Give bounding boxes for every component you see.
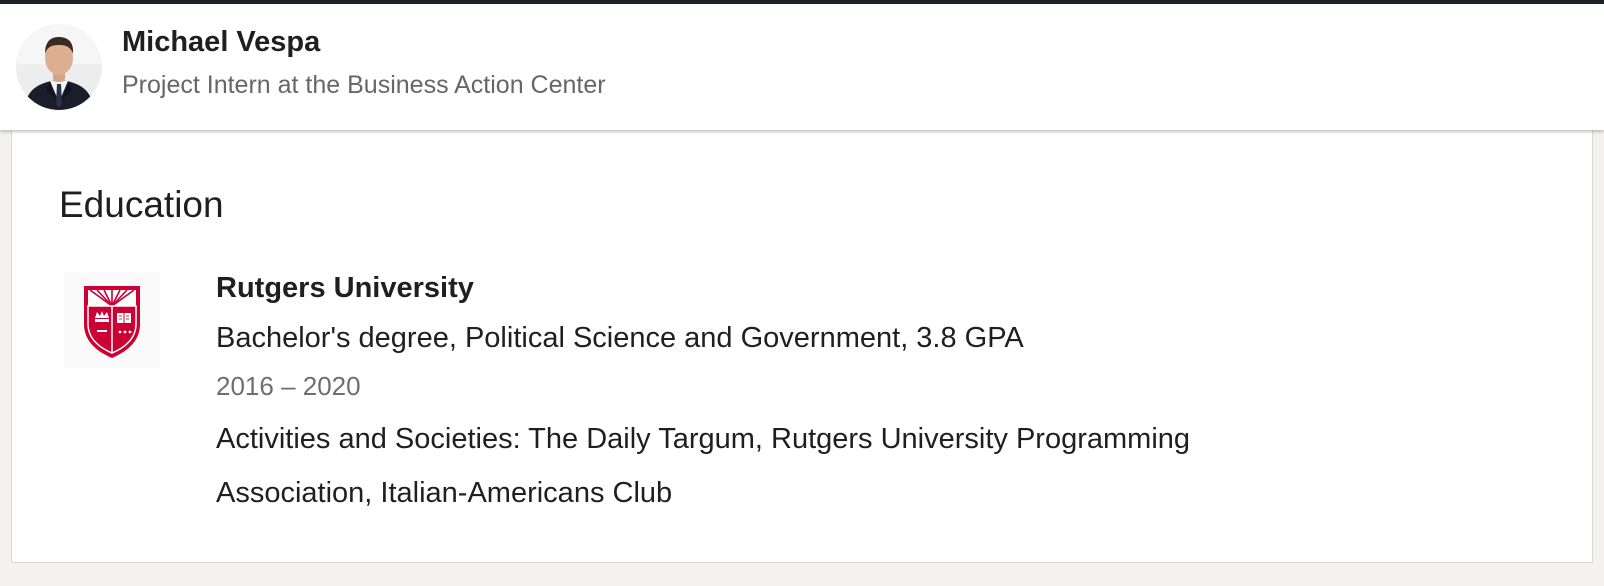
degree-field: Bachelor's degree, Political Science and… bbox=[216, 322, 1024, 354]
school-name[interactable]: Rutgers University bbox=[216, 272, 474, 305]
profile-headline: Project Intern at the Business Action Ce… bbox=[122, 71, 606, 99]
date-range: 2016 – 2020 bbox=[216, 371, 361, 401]
activities-and-societies: Activities and Societies: The Daily Targ… bbox=[216, 423, 1191, 509]
section-title: Education bbox=[59, 184, 224, 225]
school-logo[interactable] bbox=[64, 272, 160, 368]
profile-sticky-header: Michael Vespa Project Intern at the Busi… bbox=[0, 4, 1604, 130]
profile-photo-icon bbox=[16, 24, 102, 110]
profile-avatar[interactable] bbox=[16, 24, 102, 110]
profile-name[interactable]: Michael Vespa bbox=[122, 26, 320, 59]
rutgers-shield-logo-icon bbox=[64, 272, 160, 368]
education-section: Education Rutgers University Bachelor's … bbox=[11, 130, 1593, 563]
